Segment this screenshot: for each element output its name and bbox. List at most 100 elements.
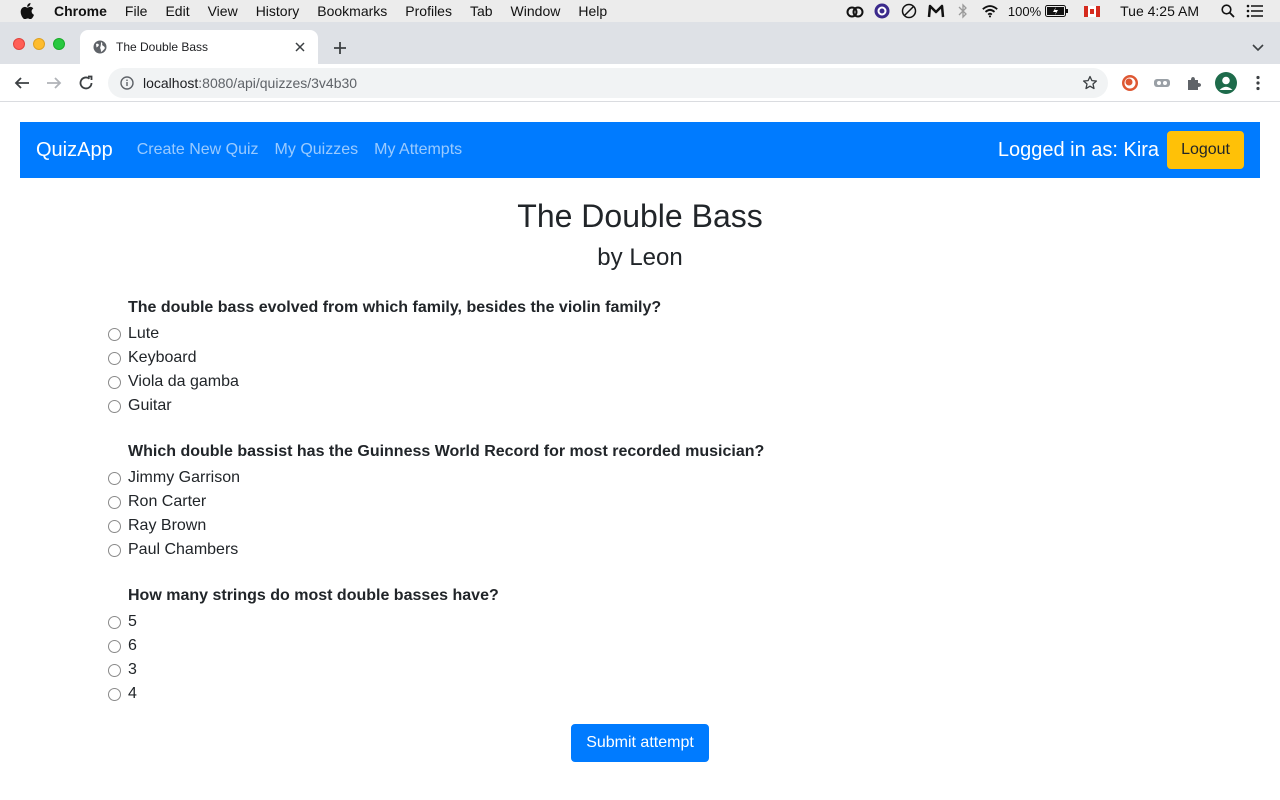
creative-cloud-icon[interactable] (846, 3, 864, 19)
answer-option[interactable]: 4 (108, 682, 1008, 706)
logged-in-user-text: Logged in as: Kira (997, 138, 1160, 161)
answer-option-label[interactable]: Viola da gamba (128, 370, 239, 394)
extension-glasses-icon[interactable] (1152, 73, 1172, 93)
logout-button[interactable]: Logout (1167, 131, 1244, 169)
os-menubar: Chrome File Edit View History Bookmarks … (0, 0, 1280, 22)
menu-app-name[interactable]: Chrome (54, 3, 107, 19)
sync-icon[interactable] (873, 3, 891, 19)
radio-button[interactable] (108, 375, 121, 389)
battery-percentage: 100% (1007, 3, 1042, 19)
questions-list: The double bass evolved from which famil… (108, 298, 1008, 730)
question-text: Which double bassist has the Guinness Wo… (128, 443, 765, 460)
window-minimize-button[interactable] (33, 38, 45, 50)
window-close-button[interactable] (13, 38, 25, 50)
focus-icon[interactable] (900, 3, 918, 19)
answer-option-label[interactable]: Keyboard (128, 346, 197, 370)
malwarebytes-icon[interactable] (927, 3, 945, 19)
answer-option-label[interactable]: 6 (128, 634, 137, 658)
menu-window[interactable]: Window (511, 3, 561, 19)
nav-link-my-attempts[interactable]: My Attempts (374, 141, 462, 159)
url-host: localhost (143, 75, 199, 91)
menu-profiles[interactable]: Profiles (405, 3, 452, 19)
radio-button[interactable] (108, 639, 121, 653)
answer-option-label[interactable]: Paul Chambers (128, 538, 238, 562)
menu-view[interactable]: View (208, 3, 238, 19)
apple-icon[interactable] (20, 3, 38, 19)
browser-toolbar: localhost:8080/api/quizzes/3v4b30 (0, 64, 1280, 102)
radio-button[interactable] (108, 519, 121, 533)
url-path: :8080/api/quizzes/3v4b30 (198, 75, 358, 91)
radio-button[interactable] (108, 663, 121, 677)
wifi-icon[interactable] (981, 3, 999, 19)
answer-option[interactable]: Lute (108, 322, 1008, 346)
nav-link-create-new-quiz[interactable]: Create New Quiz (137, 141, 259, 159)
profile-avatar-icon[interactable] (1214, 71, 1238, 95)
radio-button[interactable] (108, 399, 121, 413)
site-info-icon[interactable] (119, 75, 135, 91)
nav-link-my-quizzes[interactable]: My Quizzes (275, 141, 359, 159)
answer-option[interactable]: Viola da gamba (108, 370, 1008, 394)
tab-close-icon[interactable] (292, 39, 308, 55)
quiz-title: The Double Bass (517, 198, 763, 234)
back-arrow-icon[interactable] (12, 73, 32, 93)
answer-option-label[interactable]: Ron Carter (128, 490, 206, 514)
answer-option[interactable]: Ron Carter (108, 490, 1008, 514)
duckduckgo-extension-icon[interactable] (1120, 73, 1140, 93)
answer-option[interactable]: 6 (108, 634, 1008, 658)
menu-file[interactable]: File (125, 3, 148, 19)
menubar-clock[interactable]: Tue 4:25 AM (1120, 3, 1199, 19)
chrome-menu-icon[interactable] (1248, 73, 1268, 93)
battery-icon[interactable] (1045, 3, 1069, 19)
answer-option[interactable]: 3 (108, 658, 1008, 682)
question-2: Which double bassist has the Guinness Wo… (108, 442, 1008, 562)
menu-tab[interactable]: Tab (470, 3, 493, 19)
question-text: The double bass evolved from which famil… (128, 299, 662, 316)
answer-option-label[interactable]: Jimmy Garrison (128, 466, 240, 490)
app-navbar: QuizApp Create New Quiz My Quizzes My At… (20, 122, 1260, 178)
answer-option[interactable]: Jimmy Garrison (108, 466, 1008, 490)
answer-option[interactable]: Paul Chambers (108, 538, 1008, 562)
answer-option[interactable]: Guitar (108, 394, 1008, 418)
answer-option[interactable]: Ray Brown (108, 514, 1008, 538)
tab-search-chevron-icon[interactable] (1250, 40, 1266, 56)
bluetooth-icon[interactable] (954, 3, 972, 19)
question-1: The double bass evolved from which famil… (108, 298, 1008, 418)
navbar-brand[interactable]: QuizApp (36, 139, 113, 162)
extensions-puzzle-icon[interactable] (1184, 73, 1204, 93)
radio-button[interactable] (108, 687, 121, 701)
answer-option-label[interactable]: Guitar (128, 394, 172, 418)
browser-tab-strip: The Double Bass (0, 22, 1280, 64)
menu-help[interactable]: Help (578, 3, 607, 19)
spotlight-search-icon[interactable] (1219, 3, 1237, 19)
notification-center-icon[interactable] (1246, 3, 1264, 19)
answer-option-label[interactable]: Ray Brown (128, 514, 206, 538)
answer-option-label[interactable]: 4 (128, 682, 137, 706)
radio-button[interactable] (108, 471, 121, 485)
canada-flag-icon[interactable] (1084, 5, 1101, 17)
answer-option[interactable]: 5 (108, 610, 1008, 634)
menu-bookmarks[interactable]: Bookmarks (317, 3, 387, 19)
radio-button[interactable] (108, 351, 121, 365)
url-text[interactable]: localhost:8080/api/quizzes/3v4b30 (143, 75, 1081, 91)
quiz-author: by Leon (597, 244, 683, 271)
forward-arrow-icon[interactable] (44, 73, 64, 93)
bookmark-star-icon[interactable] (1081, 74, 1099, 92)
address-bar[interactable]: localhost:8080/api/quizzes/3v4b30 (108, 68, 1108, 98)
reload-icon[interactable] (76, 73, 96, 93)
radio-button[interactable] (108, 495, 121, 509)
tab-title: The Double Bass (116, 40, 209, 54)
menu-edit[interactable]: Edit (165, 3, 189, 19)
answer-option[interactable]: Keyboard (108, 346, 1008, 370)
browser-tab-active[interactable]: The Double Bass (80, 30, 318, 64)
radio-button[interactable] (108, 543, 121, 557)
answer-option-label[interactable]: Lute (128, 322, 159, 346)
window-zoom-button[interactable] (53, 38, 65, 50)
question-3: How many strings do most double basses h… (108, 586, 1008, 706)
submit-attempt-button[interactable]: Submit attempt (571, 724, 709, 762)
menu-history[interactable]: History (256, 3, 300, 19)
answer-option-label[interactable]: 5 (128, 610, 137, 634)
answer-option-label[interactable]: 3 (128, 658, 137, 682)
radio-button[interactable] (108, 615, 121, 629)
new-tab-icon[interactable] (330, 38, 350, 58)
radio-button[interactable] (108, 327, 121, 341)
